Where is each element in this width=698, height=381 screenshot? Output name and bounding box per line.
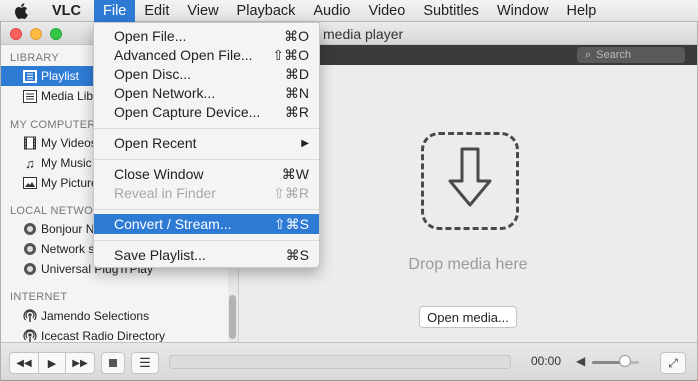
menu-item-label: Reveal in Finder — [114, 185, 216, 201]
menu-separator — [94, 240, 319, 241]
menu-window[interactable]: Window — [488, 0, 558, 22]
menu-help[interactable]: Help — [558, 0, 606, 22]
menu-item-save-playlist[interactable]: Save Playlist... ⌘S — [94, 245, 319, 265]
time-display: 00:00 — [531, 354, 562, 368]
menu-item-label: Close Window — [114, 166, 204, 182]
play-icon: ▶ — [47, 357, 57, 370]
rewind-icon: ◀◀ — [16, 357, 32, 369]
pictures-icon — [22, 175, 38, 191]
menu-item-open-capture-device[interactable]: Open Capture Device... ⌘R — [94, 102, 319, 122]
sidebar-item-jamendo[interactable]: Jamendo Selections — [1, 306, 227, 326]
zoom-window-button[interactable] — [50, 28, 62, 40]
sidebar-item-label: Playlist — [41, 69, 80, 83]
menu-item-label: Open Recent — [114, 135, 197, 151]
fast-forward-button[interactable]: ▶▶ — [65, 352, 95, 374]
window-title: media player — [323, 26, 404, 42]
network-icon — [22, 241, 38, 257]
menu-playback[interactable]: Playback — [228, 0, 305, 22]
podcast-icon — [22, 308, 38, 324]
section-library: LIBRARY — [10, 52, 59, 64]
menu-item-shortcut: ⌘O — [284, 27, 309, 44]
music-note-icon: ♫ — [25, 155, 35, 171]
menu-file[interactable]: File — [94, 0, 136, 22]
film-icon — [22, 135, 38, 151]
fast-forward-icon: ▶▶ — [72, 357, 88, 369]
menu-item-shortcut: ⌘S — [285, 246, 309, 263]
menu-item-shortcut: ⇧⌘S — [273, 215, 309, 232]
menu-item-label: Open Disc... — [114, 66, 192, 82]
seek-bar[interactable] — [169, 355, 511, 369]
menu-item-open-file[interactable]: Open File... ⌘O — [94, 26, 319, 46]
menu-item-shortcut: ⌘N — [284, 84, 309, 101]
menu-item-reveal-in-finder: Reveal in Finder ⇧⌘R — [94, 183, 319, 203]
speaker-icon[interactable]: ◀ — [576, 354, 585, 368]
menu-item-shortcut: ⌘R — [284, 103, 309, 120]
fullscreen-button[interactable]: ⤢ — [660, 352, 686, 374]
menu-subtitles[interactable]: Subtitles — [414, 0, 488, 22]
menu-item-shortcut: ⇧⌘O — [272, 46, 309, 63]
playback-controls: ◀◀ ▶ ▶▶ ☰ 00:00 ◀ ⤢ — [1, 342, 697, 380]
menu-video[interactable]: Video — [359, 0, 414, 22]
volume-slider-remaining — [630, 361, 639, 364]
minimize-window-button[interactable] — [30, 28, 42, 40]
media-library-icon — [22, 88, 38, 104]
menu-item-shortcut: ⇧⌘R — [273, 184, 309, 201]
menu-item-shortcut: ⌘D — [284, 65, 309, 82]
menu-item-advanced-open-file[interactable]: Advanced Open File... ⇧⌘O — [94, 45, 319, 65]
menu-item-shortcut: ⌘W — [281, 165, 309, 182]
menu-item-open-network[interactable]: Open Network... ⌘N — [94, 83, 319, 103]
menu-item-label: Advanced Open File... — [114, 47, 253, 63]
menu-separator — [94, 128, 319, 129]
section-my-computer: MY COMPUTER — [10, 119, 96, 131]
file-menu-dropdown: Open File... ⌘O Advanced Open File... ⇧⌘… — [93, 22, 320, 268]
play-button[interactable]: ▶ — [38, 352, 66, 374]
apple-menu-icon[interactable] — [0, 0, 42, 22]
menu-separator — [94, 209, 319, 210]
stop-button[interactable] — [101, 352, 125, 374]
menu-view[interactable]: View — [178, 0, 227, 22]
menu-item-open-disc[interactable]: Open Disc... ⌘D — [94, 64, 319, 84]
volume-slider-knob[interactable] — [619, 355, 631, 367]
list-icon: ☰ — [139, 355, 151, 370]
menu-separator — [94, 159, 319, 160]
menu-item-label: Save Playlist... — [114, 247, 206, 263]
menu-edit[interactable]: Edit — [135, 0, 178, 22]
close-window-button[interactable] — [10, 28, 22, 40]
open-media-button[interactable]: Open media... — [419, 306, 517, 328]
sidebar-item-label: My Videos — [41, 136, 97, 150]
menu-item-label: Open Capture Device... — [114, 104, 261, 120]
search-field[interactable]: ⌕ Search — [577, 47, 685, 63]
menu-item-label: Convert / Stream... — [114, 216, 232, 232]
sidebar-item-label: Icecast Radio Directory — [41, 329, 166, 343]
playlist-icon — [22, 68, 38, 84]
sidebar-item-label: My Music — [41, 156, 92, 170]
menu-item-convert-stream[interactable]: Convert / Stream... ⇧⌘S — [94, 214, 319, 234]
network-icon — [22, 261, 38, 277]
playlist-toggle-button[interactable]: ☰ — [131, 352, 159, 374]
section-internet: INTERNET — [10, 291, 68, 303]
search-placeholder: Search — [596, 49, 632, 61]
fullscreen-icon: ⤢ — [668, 355, 678, 370]
menu-item-open-recent[interactable]: Open Recent ▶ — [94, 133, 319, 153]
menu-app-name[interactable]: VLC — [42, 0, 94, 22]
menu-audio[interactable]: Audio — [304, 0, 359, 22]
download-arrow-icon — [448, 147, 492, 207]
search-icon: ⌕ — [585, 48, 592, 61]
menu-item-label: Open File... — [114, 28, 187, 44]
menu-item-label: Open Network... — [114, 85, 216, 101]
menu-item-close-window[interactable]: Close Window ⌘W — [94, 164, 319, 184]
sidebar-item-label: Jamendo Selections — [41, 309, 150, 323]
rewind-button[interactable]: ◀◀ — [9, 352, 39, 374]
network-icon — [22, 221, 38, 237]
menu-bar: VLC File Edit View Playback Audio Video … — [0, 0, 698, 22]
sidebar-scrollbar-thumb[interactable] — [229, 295, 236, 339]
drop-zone[interactable] — [421, 132, 519, 230]
submenu-arrow-icon: ▶ — [301, 137, 309, 149]
stop-icon — [109, 359, 117, 367]
